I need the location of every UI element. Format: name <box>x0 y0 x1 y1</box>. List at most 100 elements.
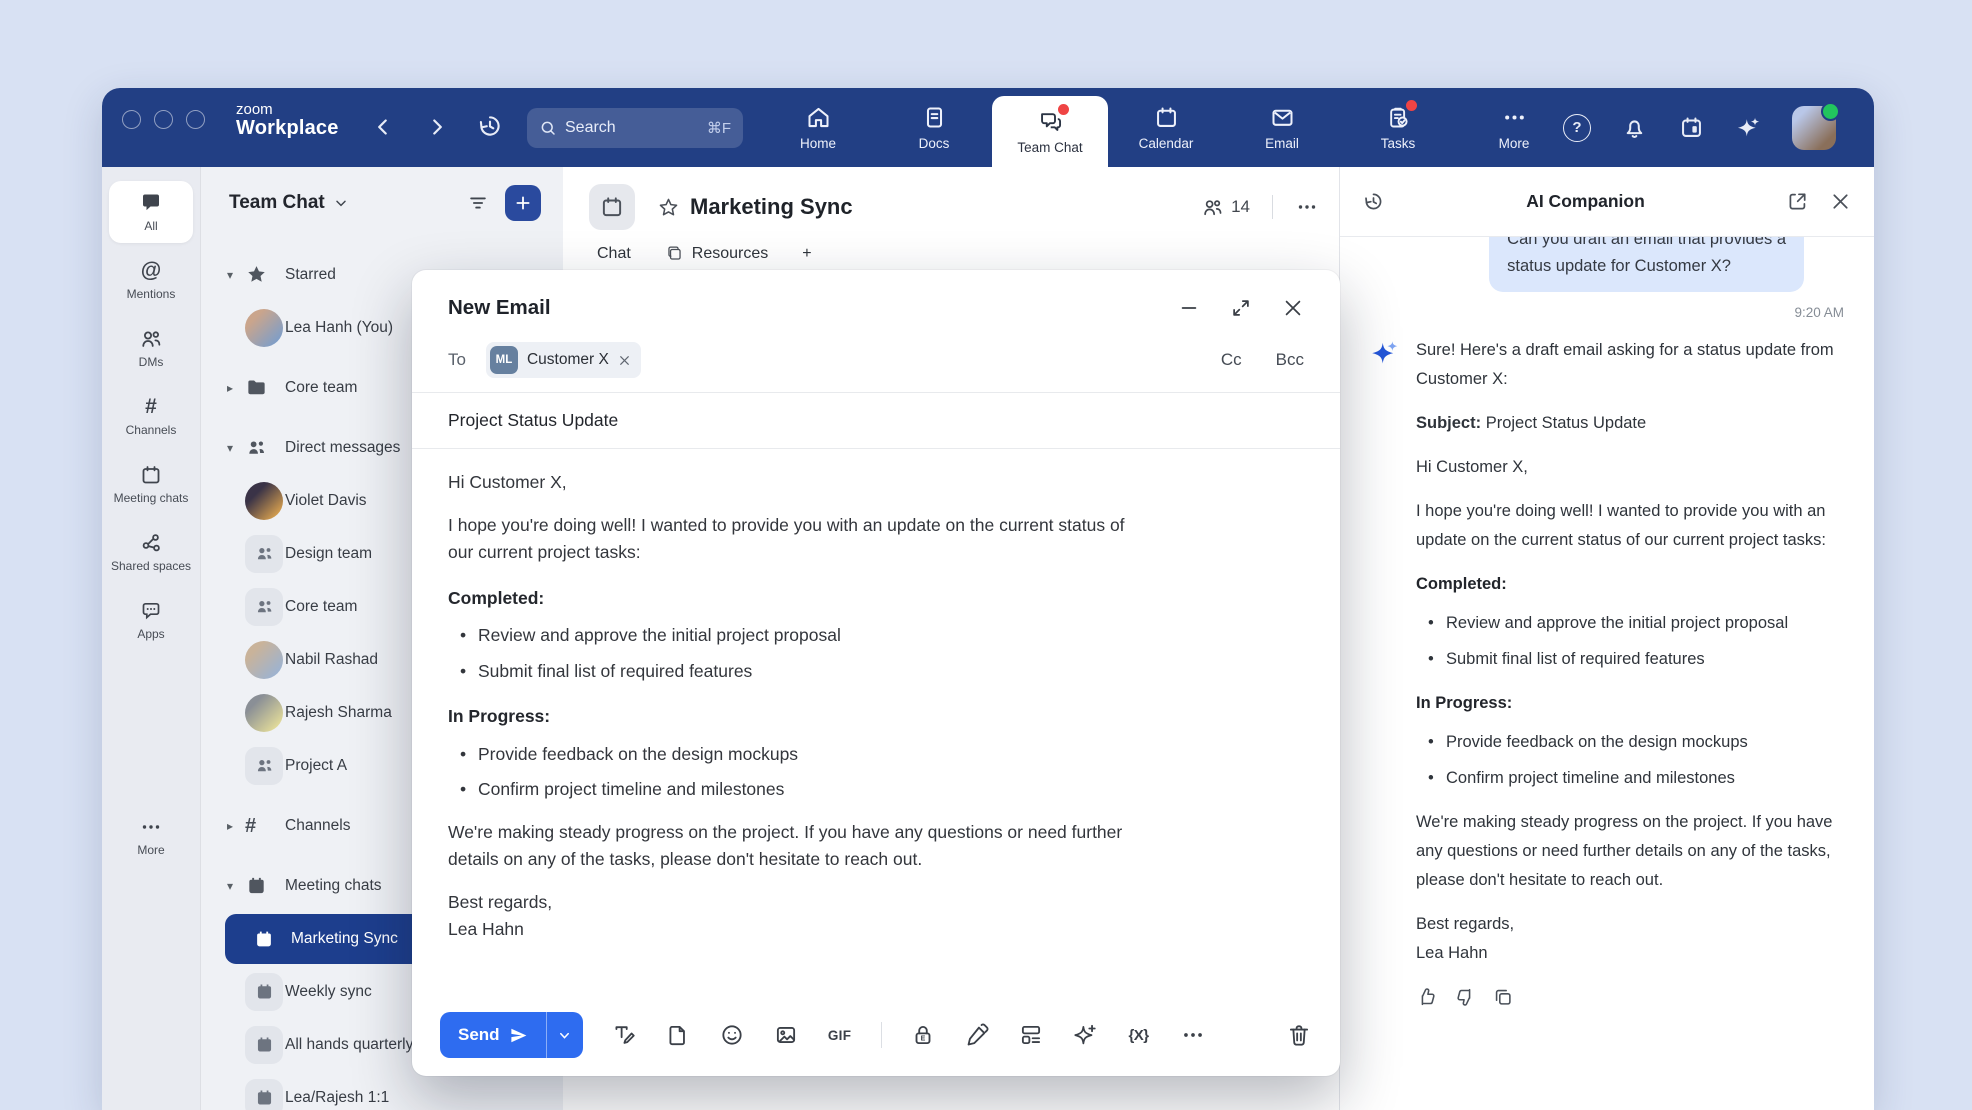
open-in-window-icon[interactable] <box>1786 190 1809 213</box>
minimize-window-button[interactable] <box>154 110 173 129</box>
more-tools-icon[interactable] <box>1180 1022 1206 1048</box>
rail-item-channels[interactable]: # Channels <box>109 385 193 447</box>
rail-item-meeting-chats[interactable]: Meeting chats <box>109 453 193 515</box>
tab-more[interactable]: More <box>1456 88 1572 167</box>
signature-icon[interactable] <box>964 1022 990 1048</box>
tab-docs[interactable]: Docs <box>876 88 992 167</box>
bcc-button[interactable]: Bcc <box>1276 350 1304 370</box>
star-icon <box>245 263 268 286</box>
compose-toolbar: Send GIF E <box>412 1012 1340 1058</box>
caret-right-icon[interactable]: ▸ <box>227 819 245 833</box>
tab-add[interactable]: + <box>802 245 811 263</box>
image-icon[interactable] <box>773 1022 799 1048</box>
window-controls[interactable] <box>122 110 205 129</box>
tab-calendar[interactable]: Calendar <box>1108 88 1224 167</box>
tab-resources[interactable]: Resources <box>665 244 768 263</box>
notifications-bell-icon[interactable] <box>1621 114 1648 141</box>
thumbs-down-icon[interactable] <box>1454 986 1476 1008</box>
chat-tabs: Chat Resources + <box>563 244 1339 263</box>
people-icon <box>245 436 268 459</box>
new-chat-button[interactable] <box>505 185 541 221</box>
tab-tasks[interactable]: Tasks <box>1340 88 1456 167</box>
copy-icon[interactable] <box>1492 986 1514 1008</box>
maximize-window-button[interactable] <box>186 110 205 129</box>
tab-chat[interactable]: Chat <box>597 245 631 263</box>
discard-draft-icon[interactable] <box>1286 1022 1312 1048</box>
home-icon <box>805 104 832 131</box>
tab-home[interactable]: Home <box>760 88 876 167</box>
thumbs-up-icon[interactable] <box>1416 986 1438 1008</box>
recipient-chip[interactable]: ML Customer X <box>486 342 641 378</box>
subject-field[interactable]: Project Status Update <box>412 393 1340 448</box>
close-icon[interactable] <box>1282 297 1304 319</box>
tab-email[interactable]: Email <box>1224 88 1340 167</box>
user-avatar[interactable] <box>1792 106 1836 150</box>
caret-down-icon[interactable]: ▾ <box>227 879 245 893</box>
email-completed-list: Review and approve the initial project p… <box>448 622 1304 685</box>
rail-item-dms[interactable]: DMs <box>109 317 193 379</box>
encrypt-icon[interactable]: E <box>910 1022 936 1048</box>
history-icon[interactable] <box>1362 190 1385 213</box>
ai-inprogress-heading: In Progress: <box>1416 689 1850 718</box>
meeting-chat-icon <box>245 973 283 1011</box>
unread-badge <box>1058 104 1069 115</box>
rail-item-shared-spaces[interactable]: Shared spaces <box>109 521 193 583</box>
star-outline-icon[interactable] <box>657 196 680 219</box>
recipient-row[interactable]: To ML Customer X Cc Bcc <box>412 330 1340 392</box>
unread-badge <box>1406 100 1417 111</box>
ai-companion-sparkle-icon[interactable] <box>1735 114 1762 141</box>
tab-team-chat[interactable]: Team Chat <box>992 96 1108 167</box>
cc-button[interactable]: Cc <box>1221 350 1242 370</box>
search-shortcut: ⌘F <box>707 119 731 137</box>
text-format-icon[interactable] <box>611 1022 637 1048</box>
send-options-button[interactable] <box>546 1012 583 1058</box>
attach-file-icon[interactable] <box>665 1022 691 1048</box>
rail-item-all[interactable]: All <box>109 181 193 243</box>
filter-icon[interactable] <box>467 192 489 214</box>
send-button[interactable]: Send <box>440 1012 546 1058</box>
rail-item-apps[interactable]: Apps <box>109 589 193 651</box>
calendar-icon <box>1153 104 1180 131</box>
ai-completed-list: Review and approve the initial project p… <box>1416 609 1850 674</box>
docs-icon <box>921 104 948 131</box>
caret-down-icon[interactable]: ▾ <box>227 268 245 282</box>
email-intro: I hope you're doing well! I wanted to pr… <box>448 512 1148 567</box>
forward-button[interactable] <box>424 114 450 140</box>
email-icon <box>1269 104 1296 131</box>
minimize-icon[interactable] <box>1178 297 1200 319</box>
folder-icon <box>245 376 268 399</box>
modal-header: New Email <box>412 270 1340 330</box>
title-bar: zoom Workplace Search ⌘F Home <box>102 88 1874 167</box>
ai-conversation[interactable]: Can you draft an email that provides a s… <box>1340 236 1874 1110</box>
search-input[interactable]: Search ⌘F <box>527 108 743 148</box>
back-button[interactable] <box>370 114 396 140</box>
more-options-icon[interactable] <box>1295 195 1319 219</box>
desktop: zoom Workplace Search ⌘F Home <box>0 0 1972 1110</box>
close-icon[interactable] <box>1829 190 1852 213</box>
chat-item-lea-rajesh-1-1[interactable]: Lea/Rajesh 1:1 <box>201 1071 563 1110</box>
chevron-down-icon[interactable] <box>333 195 349 211</box>
caret-right-icon[interactable]: ▸ <box>227 381 245 395</box>
variables-icon[interactable]: {X} <box>1126 1022 1152 1048</box>
ai-companion-panel: AI Companion Can you draft an email that… <box>1339 167 1874 1110</box>
gif-icon[interactable]: GIF <box>827 1022 853 1048</box>
hash-icon: # <box>245 816 256 836</box>
email-body-editor[interactable]: Hi Customer X, I hope you're doing well!… <box>412 449 1340 944</box>
caret-down-icon[interactable]: ▾ <box>227 441 245 455</box>
ai-compose-sparkle-icon[interactable] <box>1072 1022 1098 1048</box>
ai-greeting: Hi Customer X, <box>1416 453 1850 482</box>
remove-recipient-icon[interactable] <box>618 354 631 367</box>
help-icon[interactable]: ? <box>1563 114 1591 142</box>
emoji-icon[interactable] <box>719 1022 745 1048</box>
rail-item-more[interactable]: More <box>109 805 193 867</box>
rail-item-mentions[interactable]: @ Mentions <box>109 249 193 311</box>
expand-icon[interactable] <box>1230 297 1252 319</box>
calendar-date-icon[interactable] <box>1678 114 1705 141</box>
template-icon[interactable] <box>1018 1022 1044 1048</box>
chat-list-title: Team Chat <box>229 192 325 214</box>
send-button-group[interactable]: Send <box>440 1012 583 1058</box>
member-count[interactable]: 14 <box>1201 196 1250 219</box>
close-window-button[interactable] <box>122 110 141 129</box>
history-icon[interactable] <box>476 112 504 140</box>
zoom-workplace-logo: zoom Workplace <box>236 102 339 139</box>
